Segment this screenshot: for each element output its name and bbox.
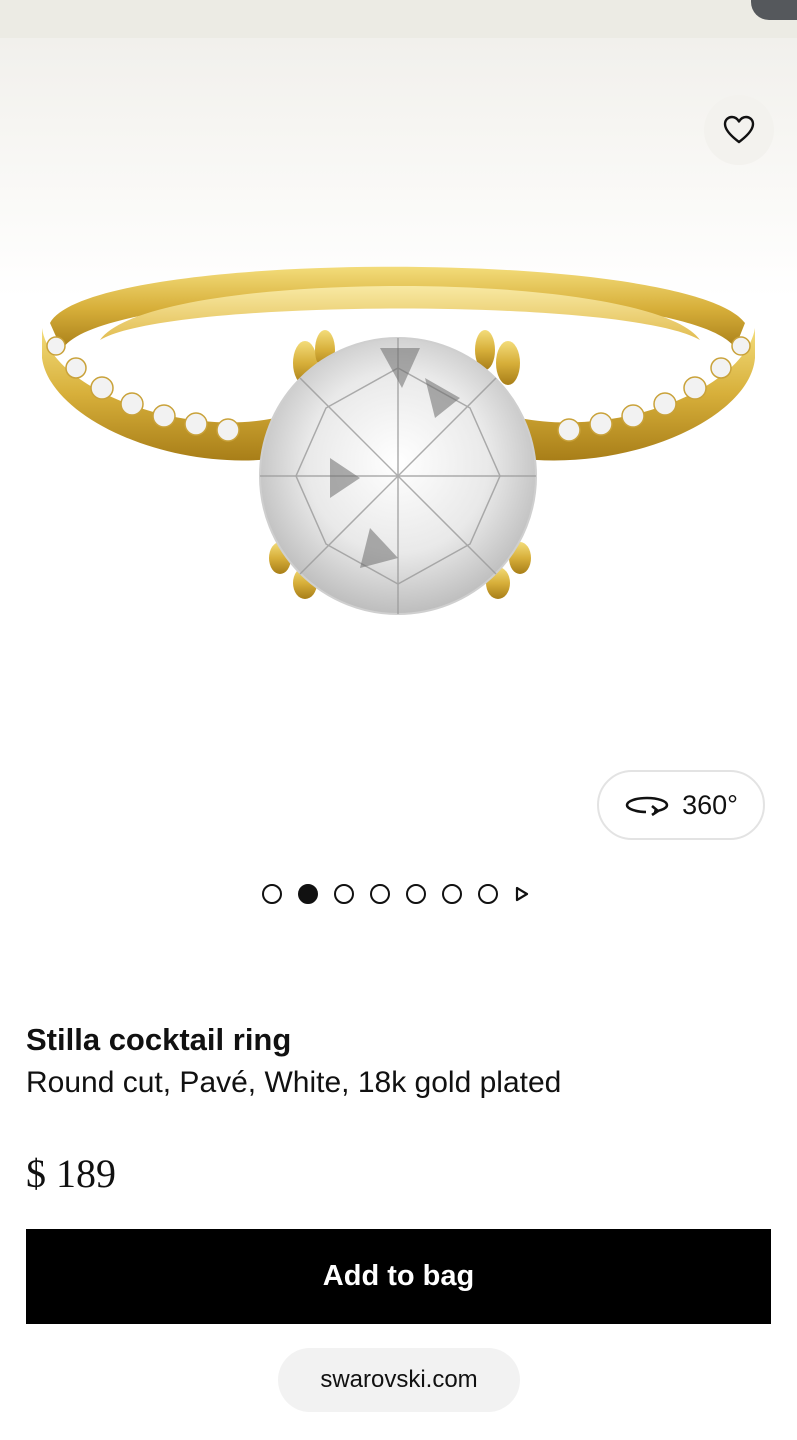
gallery-dot[interactable]	[478, 884, 498, 904]
gallery-dot-active[interactable]	[298, 884, 318, 904]
gallery-pagination	[262, 882, 530, 906]
play-icon	[515, 886, 529, 902]
play-slideshow-button[interactable]	[514, 885, 530, 903]
view-360-label: 360°	[682, 789, 738, 820]
gallery-dot[interactable]	[406, 884, 426, 904]
heart-icon	[723, 115, 755, 144]
rotate-360-icon	[625, 796, 669, 816]
wishlist-button[interactable]	[704, 95, 774, 165]
add-to-bag-button[interactable]: Add to bag	[26, 1229, 771, 1324]
product-image[interactable]	[30, 228, 767, 648]
browser-url-bar[interactable]: swarovski.com	[278, 1348, 520, 1412]
product-description: Round cut, Pavé, White, 18k gold plated	[26, 1066, 562, 1099]
gallery-dot[interactable]	[442, 884, 462, 904]
gallery-dot[interactable]	[262, 884, 282, 904]
product-gallery[interactable]: 360°	[0, 38, 797, 840]
status-corner	[751, 0, 797, 20]
product-title: Stilla cocktail ring	[26, 1022, 292, 1057]
url-text: swarovski.com	[320, 1366, 478, 1393]
gallery-dot[interactable]	[370, 884, 390, 904]
gallery-dot[interactable]	[334, 884, 354, 904]
browser-top-bar	[0, 0, 797, 38]
product-price: $ 189	[26, 1151, 116, 1196]
view-360-button[interactable]: 360°	[597, 770, 765, 840]
